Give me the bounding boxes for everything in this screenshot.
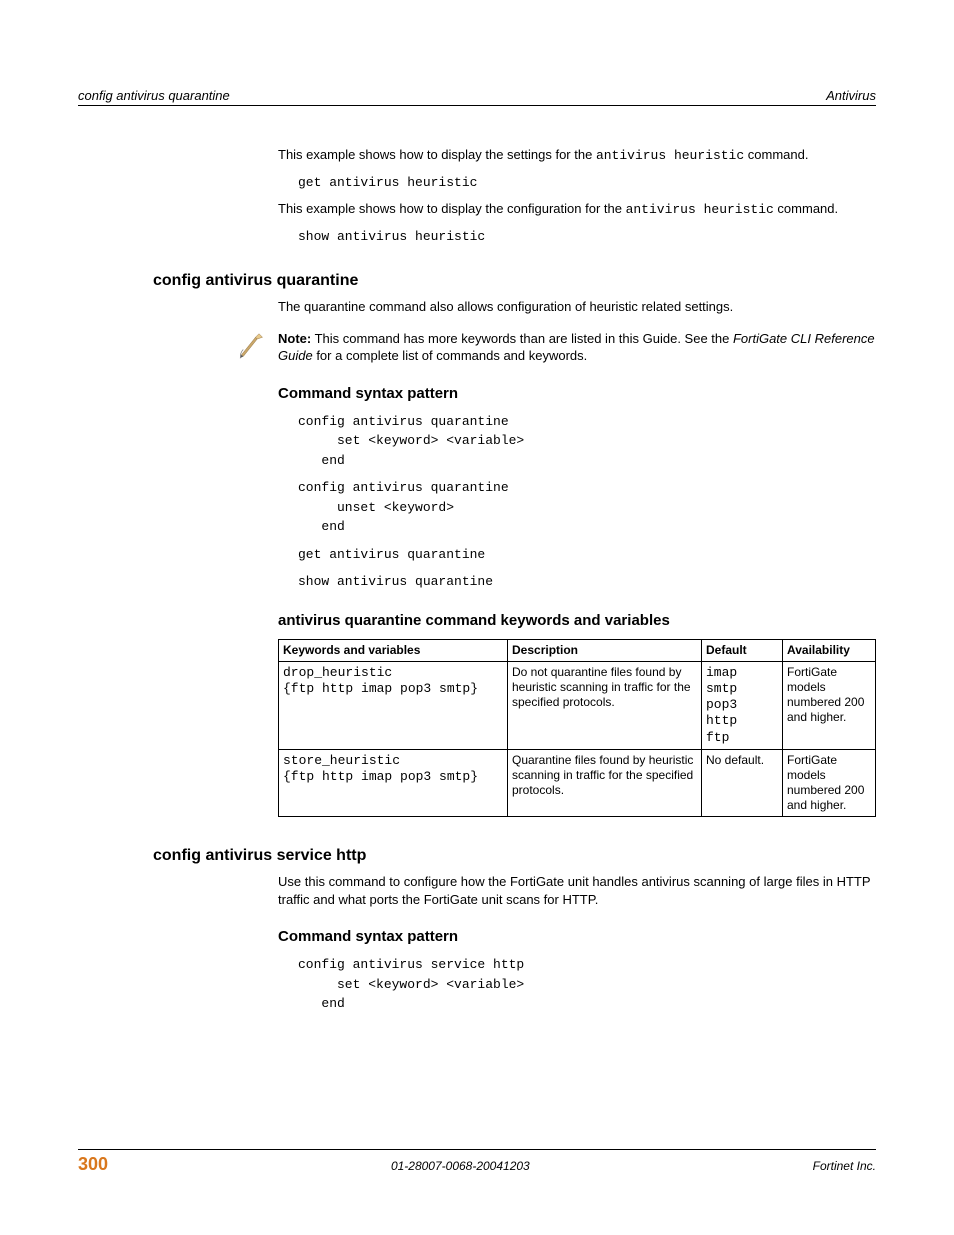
syntax-block-2: config antivirus quarantine unset <keywo…: [298, 478, 876, 537]
cell-availability: FortiGate models numbered 200 and higher…: [783, 661, 876, 749]
section-title-quarantine: config antivirus quarantine: [153, 272, 876, 290]
cell-default: No default.: [702, 749, 783, 816]
th-description: Description: [508, 639, 702, 661]
running-header: config antivirus quarantine Antivirus: [78, 88, 876, 106]
header-left: config antivirus quarantine: [78, 88, 230, 103]
table-header-row: Keywords and variables Description Defau…: [279, 639, 876, 661]
table-row: drop_heuristic {ftp http imap pop3 smtp}…: [279, 661, 876, 749]
syntax-line-4: show antivirus quarantine: [298, 572, 876, 592]
cell-description: Do not quarantine files found by heurist…: [508, 661, 702, 749]
table-title: antivirus quarantine command keywords an…: [278, 612, 876, 629]
section-title-http: config antivirus service http: [153, 847, 876, 865]
code-get-heuristic: get antivirus heuristic: [298, 173, 876, 193]
note-icon: [238, 332, 266, 360]
code-show-heuristic: show antivirus heuristic: [298, 227, 876, 247]
doc-id: 01-28007-0068-20041203: [391, 1159, 530, 1173]
company-name: Fortinet Inc.: [813, 1159, 876, 1173]
cell-keyword: store_heuristic {ftp http imap pop3 smtp…: [279, 749, 508, 816]
cell-description: Quarantine files found by heuristic scan…: [508, 749, 702, 816]
syntax-line-3: get antivirus quarantine: [298, 545, 876, 565]
page-footer: 300 01-28007-0068-20041203 Fortinet Inc.: [78, 1149, 876, 1175]
syntax-block-http: config antivirus service http set <keywo…: [298, 955, 876, 1014]
intro-para-1: This example shows how to display the se…: [278, 146, 876, 165]
th-keywords: Keywords and variables: [279, 639, 508, 661]
cell-availability: FortiGate models numbered 200 and higher…: [783, 749, 876, 816]
cell-default: imap smtp pop3 http ftp: [702, 661, 783, 749]
th-availability: Availability: [783, 639, 876, 661]
syntax-title-quarantine: Command syntax pattern: [278, 385, 876, 402]
keywords-table: Keywords and variables Description Defau…: [278, 639, 876, 817]
page-number: 300: [78, 1154, 108, 1175]
note-block: Note: This command has more keywords tha…: [238, 330, 876, 365]
table-row: store_heuristic {ftp http imap pop3 smtp…: [279, 749, 876, 816]
cell-keyword: drop_heuristic {ftp http imap pop3 smtp}: [279, 661, 508, 749]
intro-para-2: This example shows how to display the co…: [278, 200, 876, 219]
http-intro: Use this command to configure how the Fo…: [278, 873, 876, 908]
syntax-title-http: Command syntax pattern: [278, 928, 876, 945]
quarantine-intro: The quarantine command also allows confi…: [278, 298, 876, 316]
note-text: Note: This command has more keywords tha…: [278, 330, 876, 365]
syntax-block-1: config antivirus quarantine set <keyword…: [298, 412, 876, 471]
header-right: Antivirus: [826, 88, 876, 103]
th-default: Default: [702, 639, 783, 661]
